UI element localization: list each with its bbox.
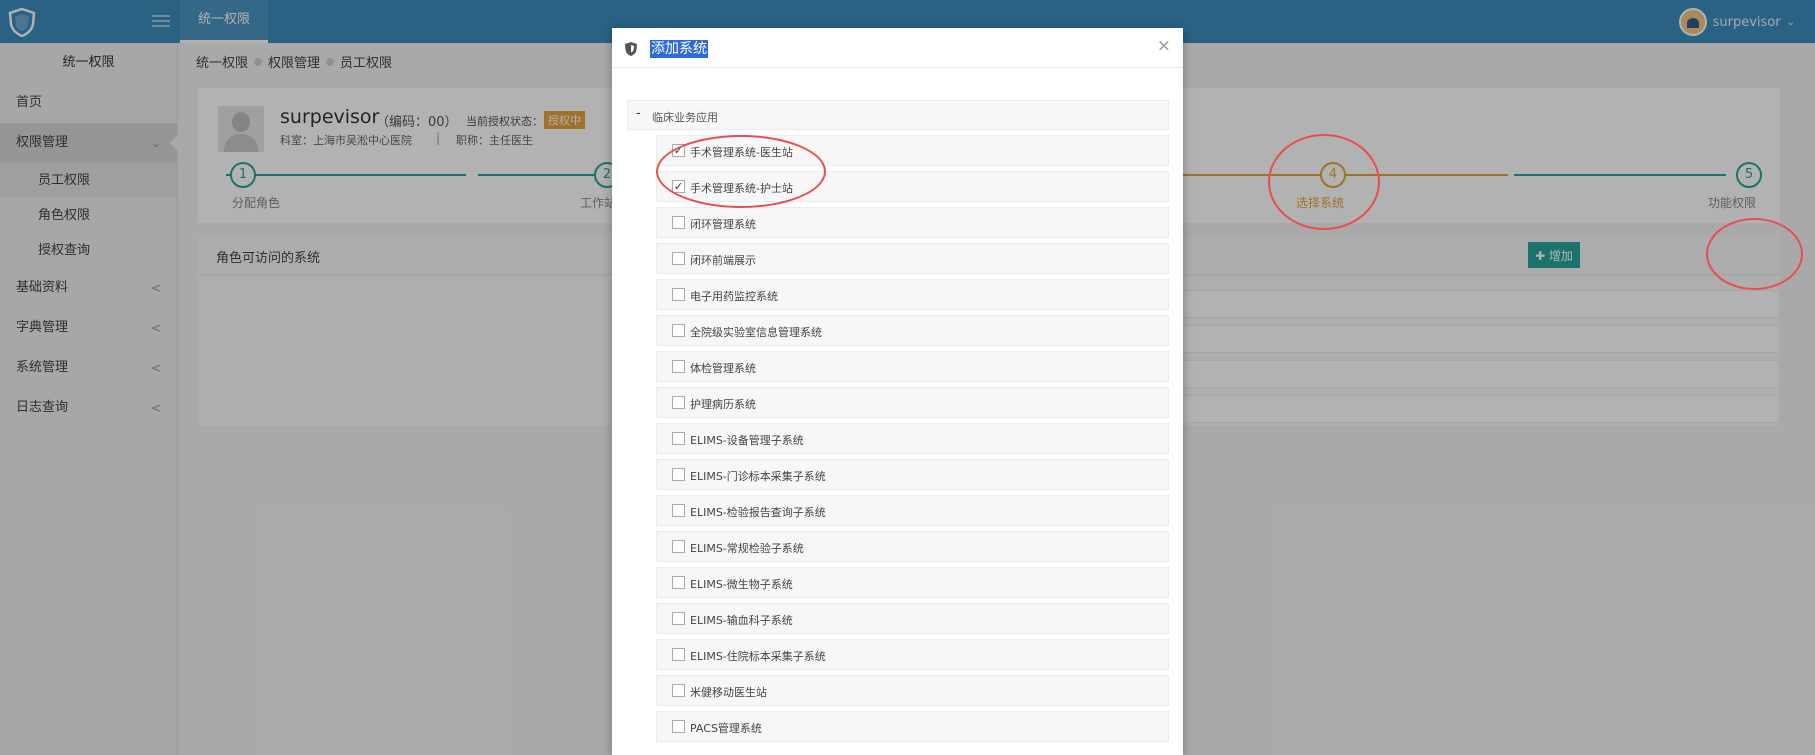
system-checkbox[interactable] (672, 468, 685, 481)
system-label: ELIMS-门诊标本采集子系统 (690, 470, 826, 483)
system-label: 米健移动医生站 (690, 686, 767, 699)
tree-group-clinical[interactable]: - 临床业务应用 (627, 100, 1169, 130)
system-label: ELIMS-常规检验子系统 (690, 542, 804, 555)
system-label: ELIMS-微生物子系统 (690, 578, 793, 591)
system-checkbox[interactable] (672, 360, 685, 373)
system-label: 闭环管理系统 (690, 218, 756, 231)
list-item[interactable]: 护理病历系统 (656, 387, 1169, 418)
system-label: 全院级实验室信息管理系统 (690, 326, 822, 339)
list-item[interactable]: PACS管理系统 (656, 711, 1169, 742)
list-item[interactable]: 电子用药监控系统 (656, 279, 1169, 310)
system-label: 闭环前端展示 (690, 254, 756, 267)
list-item[interactable]: ELIMS-设备管理子系统 (656, 423, 1169, 454)
system-checkbox[interactable] (672, 288, 685, 301)
list-item[interactable]: ELIMS-常规检验子系统 (656, 531, 1169, 562)
list-item[interactable]: 闭环前端展示 (656, 243, 1169, 274)
system-label: ELIMS-输血科子系统 (690, 614, 793, 627)
annotation-circle-step4 (1268, 134, 1380, 230)
tree-group-label: 临床业务应用 (652, 111, 718, 124)
system-label: 护理病历系统 (690, 398, 756, 411)
system-label: 电子用药监控系统 (690, 290, 778, 303)
annotation-circle-add-button (1706, 218, 1803, 290)
list-item[interactable]: 闭环管理系统 (656, 207, 1169, 238)
system-checkbox[interactable] (672, 612, 685, 625)
system-checkbox[interactable] (672, 252, 685, 265)
shield-icon (625, 42, 637, 56)
modal-header: 添加系统 × (612, 28, 1183, 68)
list-item[interactable]: ELIMS-微生物子系统 (656, 567, 1169, 598)
system-checkbox[interactable] (672, 540, 685, 553)
system-label: ELIMS-设备管理子系统 (690, 434, 804, 447)
system-checkbox[interactable] (672, 648, 685, 661)
list-item[interactable]: 全院级实验室信息管理系统 (656, 315, 1169, 346)
system-checkbox[interactable] (672, 720, 685, 733)
system-checkbox[interactable] (672, 432, 685, 445)
system-checkbox[interactable] (672, 396, 685, 409)
list-item[interactable]: ELIMS-检验报告查询子系统 (656, 495, 1169, 526)
system-list: ✓ 手术管理系统-医生站 ✓ 手术管理系统-护士站 闭环管理系统 闭环前端展示 电子用药监控… (627, 135, 1169, 742)
list-item[interactable]: 体检管理系统 (656, 351, 1169, 382)
system-checkbox[interactable] (672, 504, 685, 517)
collapse-icon[interactable]: - (636, 106, 641, 121)
system-label: ELIMS-检验报告查询子系统 (690, 506, 826, 519)
list-item[interactable]: ELIMS-住院标本采集子系统 (656, 639, 1169, 670)
system-checkbox[interactable] (672, 684, 685, 697)
system-checkbox[interactable] (672, 216, 685, 229)
list-item[interactable]: 米健移动医生站 (656, 675, 1169, 706)
add-system-modal: 添加系统 × - 临床业务应用 ✓ 手术管理系统-医生站 ✓ 手术管理系统-护士站 闭环… (612, 28, 1183, 755)
system-label: PACS管理系统 (690, 722, 762, 735)
modal-title: 添加系统 (650, 40, 708, 58)
system-checkbox[interactable] (672, 576, 685, 589)
close-icon[interactable]: × (1157, 36, 1171, 56)
system-checkbox[interactable] (672, 324, 685, 337)
list-item[interactable]: ELIMS-门诊标本采集子系统 (656, 459, 1169, 490)
annotation-circle-checked-systems (656, 135, 826, 208)
system-label: ELIMS-住院标本采集子系统 (690, 650, 826, 663)
list-item[interactable]: ELIMS-输血科子系统 (656, 603, 1169, 634)
system-label: 体检管理系统 (690, 362, 756, 375)
